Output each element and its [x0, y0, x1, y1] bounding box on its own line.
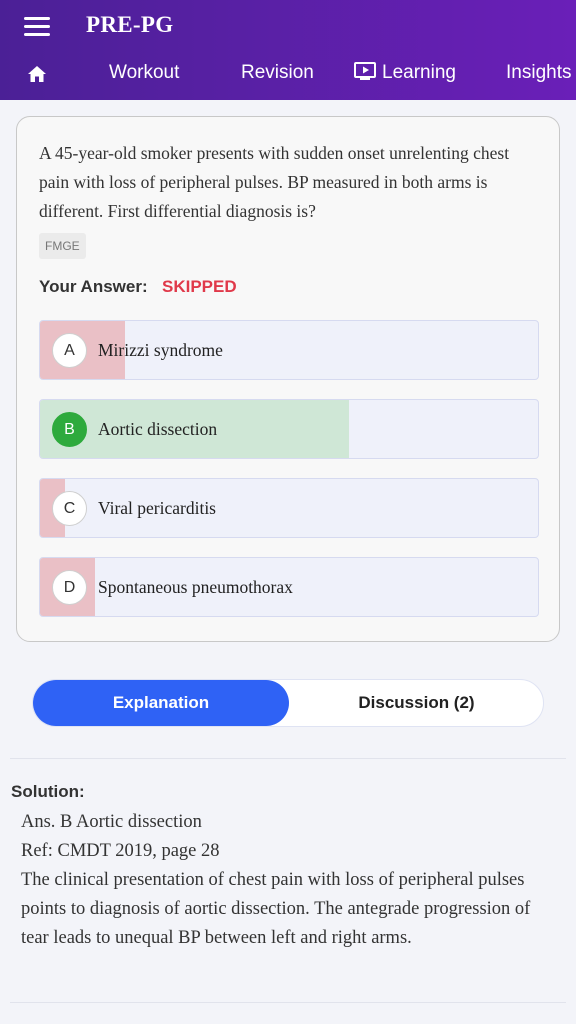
option-a[interactable]: A Mirizzi syndrome	[39, 320, 539, 380]
solution-explanation-text: The clinical presentation of chest pain …	[21, 870, 531, 948]
option-d-letter: D	[52, 570, 87, 605]
solution-answer-line: Ans. B Aortic dissection	[21, 812, 202, 832]
solution-reference-line: Ref: CMDT 2019, page 28	[21, 841, 220, 861]
option-d-text: Spontaneous pneumothorax	[98, 577, 293, 597]
question-card: A 45-year-old smoker presents with sudde…	[16, 116, 560, 642]
option-c-text: Viral pericarditis	[98, 498, 216, 518]
app-header: PRE-PG Workout Revision Learning Insight…	[0, 0, 576, 100]
divider	[10, 1002, 566, 1003]
option-b-text: Aortic dissection	[98, 419, 218, 439]
app-title: PRE-PG	[86, 12, 174, 37]
nav-workout[interactable]: Workout	[109, 52, 179, 96]
solution-body: Ans. B Aortic dissection Ref: CMDT 2019,…	[21, 808, 541, 953]
your-answer-label: Your Answer:	[39, 277, 148, 296]
exam-tag: FMGE	[39, 233, 86, 259]
play-screen-icon	[354, 62, 376, 81]
nav-insights[interactable]: Insights	[506, 52, 571, 96]
nav-learning-label: Learning	[382, 62, 456, 83]
tab-explanation[interactable]: Explanation	[33, 680, 289, 726]
option-c-letter: C	[52, 491, 87, 526]
option-c[interactable]: C Viral pericarditis	[39, 478, 539, 538]
tab-discussion[interactable]: Discussion (2)	[289, 680, 544, 726]
explanation-tabs: Explanation Discussion (2)	[32, 679, 544, 727]
option-b-letter: B	[52, 412, 87, 447]
menu-icon[interactable]	[24, 17, 50, 37]
home-icon[interactable]	[27, 65, 47, 83]
nav-revision[interactable]: Revision	[241, 52, 314, 96]
top-nav: Workout Revision Learning Insights	[0, 52, 576, 96]
your-answer-status: SKIPPED	[162, 277, 237, 296]
option-b[interactable]: B Aortic dissection	[39, 399, 539, 459]
nav-learning[interactable]: Learning	[354, 52, 456, 96]
option-a-letter: A	[52, 333, 87, 368]
question-text: A 45-year-old smoker presents with sudde…	[39, 143, 510, 221]
option-a-text: Mirizzi syndrome	[98, 340, 223, 360]
divider	[10, 758, 566, 759]
solution-label: Solution:	[11, 782, 85, 801]
option-d[interactable]: D Spontaneous pneumothorax	[39, 557, 539, 617]
